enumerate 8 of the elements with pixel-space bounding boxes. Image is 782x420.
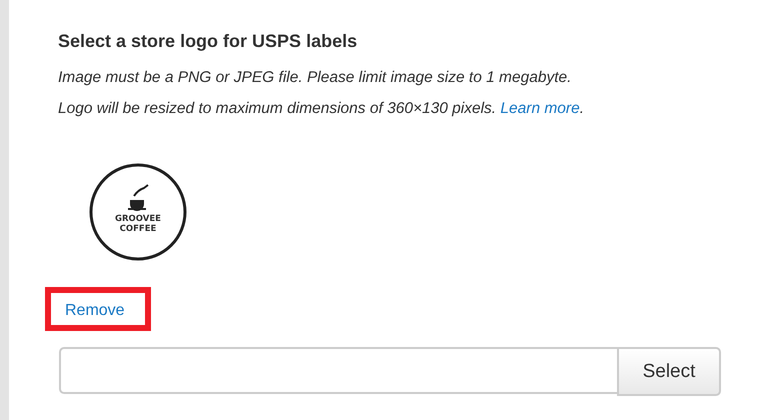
help-text: Image must be a PNG or JPEG file. Please limit image size to 1 megabyte. [58,68,572,88]
help-text: Logo will be resized to maximum dimensions of 360×130 pixels. Learn more. [58,99,585,119]
file-path-field[interactable] [59,347,617,394]
picture: GROOVEE COFFEE [88,162,188,262]
select-button[interactable]: Select [617,347,721,396]
learn-more-link[interactable]: Learn more [500,100,580,117]
section-heading: Select a store logo for USPS labels [58,31,358,52]
remove-link[interactable]: Remove [65,302,125,320]
